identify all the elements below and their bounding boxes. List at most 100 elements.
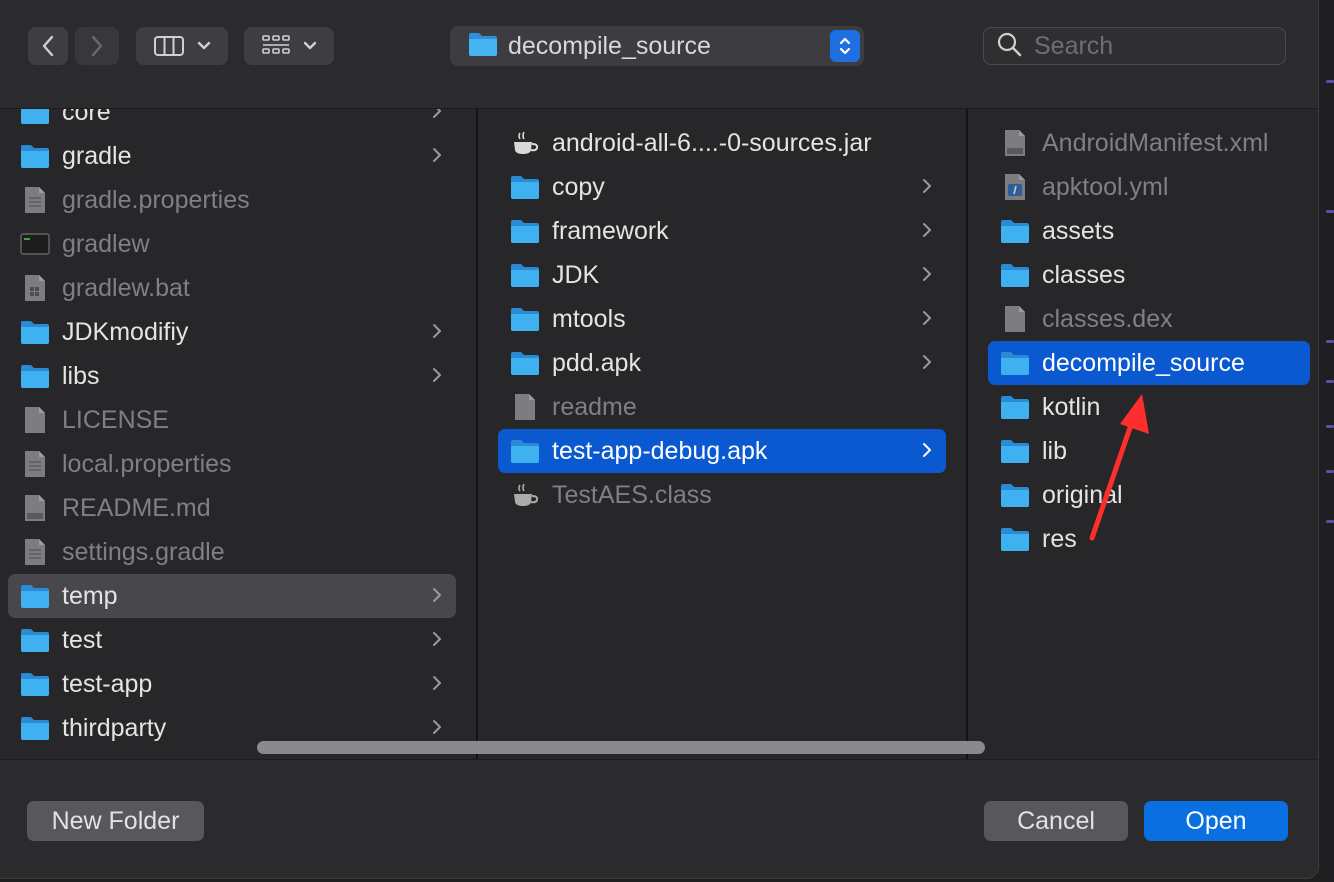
item-label: gradle.properties (62, 185, 250, 214)
columns-view-icon (153, 34, 185, 58)
folder-row[interactable]: copy (498, 165, 946, 209)
folder-icon (1000, 260, 1030, 290)
file-row[interactable]: gradle.properties (8, 178, 456, 222)
item-label: classes.dex (1042, 304, 1173, 333)
file-row[interactable]: TestAES.class (498, 473, 946, 517)
folder-icon (1000, 348, 1030, 378)
path-popup-button[interactable]: decompile_source (450, 26, 864, 66)
file-row[interactable]: gradlew (8, 222, 456, 266)
search-input[interactable] (1032, 30, 1266, 62)
dialog-footer: New Folder Cancel Open (0, 759, 1318, 878)
folder-icon (1000, 392, 1030, 422)
forward-button[interactable] (75, 27, 119, 65)
terminal-icon (20, 229, 50, 259)
folder-row[interactable]: gradle (8, 134, 456, 178)
new-folder-button[interactable]: New Folder (27, 801, 204, 841)
annotation-arrow-icon (1089, 394, 1149, 541)
folder-row[interactable]: test-app-debug.apk (498, 429, 946, 473)
folder-icon (1000, 436, 1030, 466)
folder-icon (510, 304, 540, 334)
folder-row[interactable]: temp (8, 574, 456, 618)
background-window-edge (1319, 0, 1334, 882)
item-label: pdd.apk (552, 348, 641, 377)
chevron-right-icon (432, 109, 442, 125)
document-icon (20, 449, 50, 479)
open-file-dialog: decompile_source core gradle gradle.proper… (0, 0, 1319, 879)
yml-file-icon (1000, 172, 1030, 202)
item-label: res (1042, 524, 1077, 553)
view-mode-button[interactable] (136, 27, 228, 65)
item-label: AndroidManifest.xml (1042, 128, 1269, 157)
file-icon (1000, 304, 1030, 334)
folder-row[interactable]: mtools (498, 297, 946, 341)
folder-row[interactable]: test-app (8, 662, 456, 706)
chevron-right-icon (432, 630, 442, 653)
chevron-right-icon (432, 322, 442, 345)
chevron-right-icon (432, 146, 442, 169)
item-label: JDKmodifiy (62, 317, 189, 346)
chevron-right-icon (922, 265, 932, 288)
file-row[interactable]: apktool.yml (988, 165, 1310, 209)
folder-row[interactable]: libs (8, 354, 456, 398)
file-row[interactable]: README.md (8, 486, 456, 530)
folder-icon (510, 172, 540, 202)
folder-row[interactable]: assets (988, 209, 1310, 253)
item-label: thirdparty (62, 713, 167, 742)
chevron-left-icon (41, 34, 55, 58)
chevron-right-icon (922, 441, 932, 464)
path-label: decompile_source (508, 31, 711, 60)
item-label: gradle (62, 141, 132, 170)
java-icon (510, 480, 540, 510)
folder-row[interactable]: pdd.apk (498, 341, 946, 385)
folder-row[interactable]: classes (988, 253, 1310, 297)
folder-icon (510, 260, 540, 290)
chevron-right-icon (432, 366, 442, 389)
column-divider[interactable] (966, 109, 968, 759)
file-row[interactable]: android-all-6....-0-sources.jar (498, 121, 946, 165)
back-button[interactable] (28, 27, 68, 65)
folder-row[interactable]: test (8, 618, 456, 662)
folder-icon (510, 348, 540, 378)
file-row[interactable]: LICENSE (8, 398, 456, 442)
chevron-right-icon (922, 309, 932, 332)
column-divider[interactable] (476, 109, 478, 759)
xml-file-icon (1000, 128, 1030, 158)
browser-column-2[interactable]: android-all-6....-0-sources.jar copy frame… (479, 109, 965, 759)
background-mark (1326, 380, 1334, 383)
background-mark (1326, 210, 1334, 213)
browser-column-1[interactable]: core gradle gradle.properties gradlew gradle… (0, 109, 476, 759)
folder-icon (510, 216, 540, 246)
item-label: framework (552, 216, 669, 245)
file-row[interactable]: readme (498, 385, 946, 429)
horizontal-scrollbar[interactable] (257, 741, 985, 754)
chevron-down-icon (197, 41, 211, 51)
background-mark (1326, 80, 1334, 83)
stepper-icon (830, 30, 860, 62)
item-label: lib (1042, 436, 1068, 465)
open-button[interactable]: Open (1144, 801, 1288, 841)
item-label: classes (1042, 260, 1126, 289)
cancel-button[interactable]: Cancel (984, 801, 1128, 841)
folder-row[interactable]: framework (498, 209, 946, 253)
item-label: core (62, 109, 111, 126)
search-icon (996, 31, 1022, 62)
folder-icon (468, 31, 498, 62)
group-button[interactable] (244, 27, 334, 65)
search-field[interactable] (983, 27, 1286, 65)
item-label: temp (62, 581, 118, 610)
folder-icon (20, 141, 50, 171)
file-row[interactable]: settings.gradle (8, 530, 456, 574)
file-row[interactable]: classes.dex (988, 297, 1310, 341)
item-label: JDK (552, 260, 600, 289)
file-icon (20, 405, 50, 435)
folder-row[interactable]: JDK (498, 253, 946, 297)
file-row[interactable]: local.properties (8, 442, 456, 486)
document-icon (20, 537, 50, 567)
item-label: android-all-6....-0-sources.jar (552, 128, 872, 157)
item-label: test-app-debug.apk (552, 436, 768, 465)
folder-row[interactable]: decompile_source (988, 341, 1310, 385)
folder-row[interactable]: JDKmodifiy (8, 310, 456, 354)
file-row[interactable]: gradlew.bat (8, 266, 456, 310)
file-row[interactable]: AndroidManifest.xml (988, 121, 1310, 165)
folder-row[interactable]: core (8, 109, 456, 134)
